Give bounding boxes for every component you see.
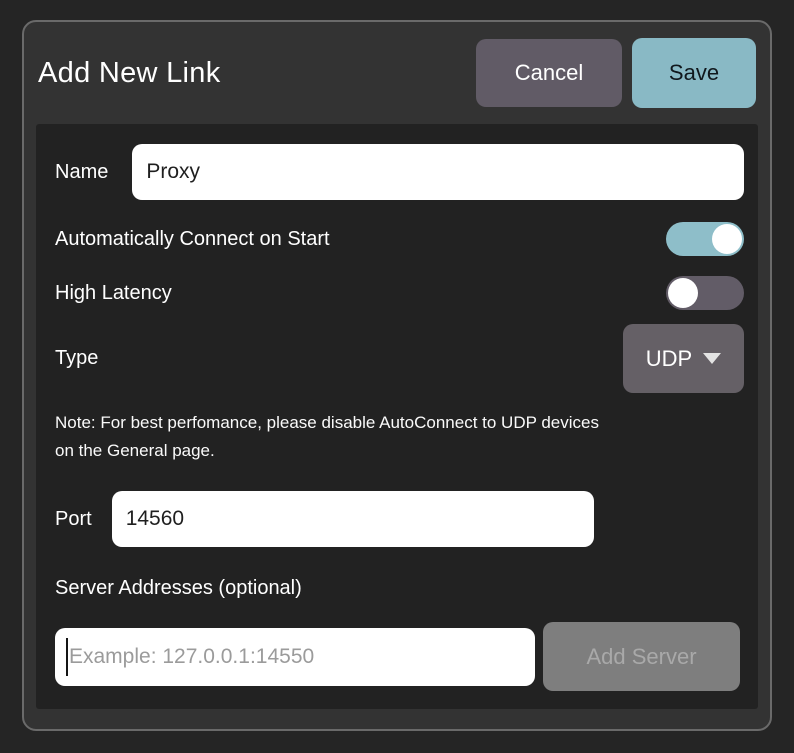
server-address-input-wrap	[55, 628, 535, 686]
type-dropdown[interactable]: UDP	[623, 324, 744, 393]
type-selected-value: UDP	[646, 346, 692, 372]
server-address-row: Add Server	[55, 622, 744, 691]
add-link-dialog: Add New Link Cancel Save Name Automatica…	[22, 20, 772, 731]
port-label: Port	[55, 508, 92, 531]
port-row: Port	[55, 491, 744, 547]
toggle-knob	[668, 278, 698, 308]
cancel-button[interactable]: Cancel	[476, 39, 622, 107]
add-server-button[interactable]: Add Server	[543, 622, 740, 691]
server-addresses-label: Server Addresses (optional)	[55, 577, 744, 600]
udp-note: Note: For best perfomance, please disabl…	[55, 409, 744, 465]
text-cursor	[66, 638, 68, 676]
chevron-down-icon	[703, 353, 721, 364]
dialog-header: Add New Link Cancel Save	[24, 22, 770, 124]
high-latency-row: High Latency	[55, 276, 744, 310]
name-input[interactable]	[132, 144, 744, 200]
high-latency-toggle[interactable]	[666, 276, 744, 310]
udp-note-line: Note: For best perfomance, please disabl…	[55, 409, 744, 437]
name-row: Name	[55, 144, 744, 200]
type-row: Type UDP	[55, 324, 744, 393]
auto-connect-row: Automatically Connect on Start	[55, 222, 744, 256]
name-label: Name	[55, 161, 108, 184]
auto-connect-toggle[interactable]	[666, 222, 744, 256]
port-input[interactable]	[112, 491, 594, 547]
auto-connect-label: Automatically Connect on Start	[55, 228, 330, 251]
link-settings-panel: Name Automatically Connect on Start High…	[36, 124, 758, 709]
toggle-knob	[712, 224, 742, 254]
high-latency-label: High Latency	[55, 282, 172, 305]
udp-note-line: on the General page.	[55, 437, 744, 465]
server-address-input[interactable]	[55, 628, 535, 686]
type-label: Type	[55, 347, 98, 370]
save-button[interactable]: Save	[632, 38, 756, 108]
dialog-title: Add New Link	[38, 57, 476, 90]
screen-background: { "dialog": { "title": "Add New Link", "…	[0, 0, 794, 753]
